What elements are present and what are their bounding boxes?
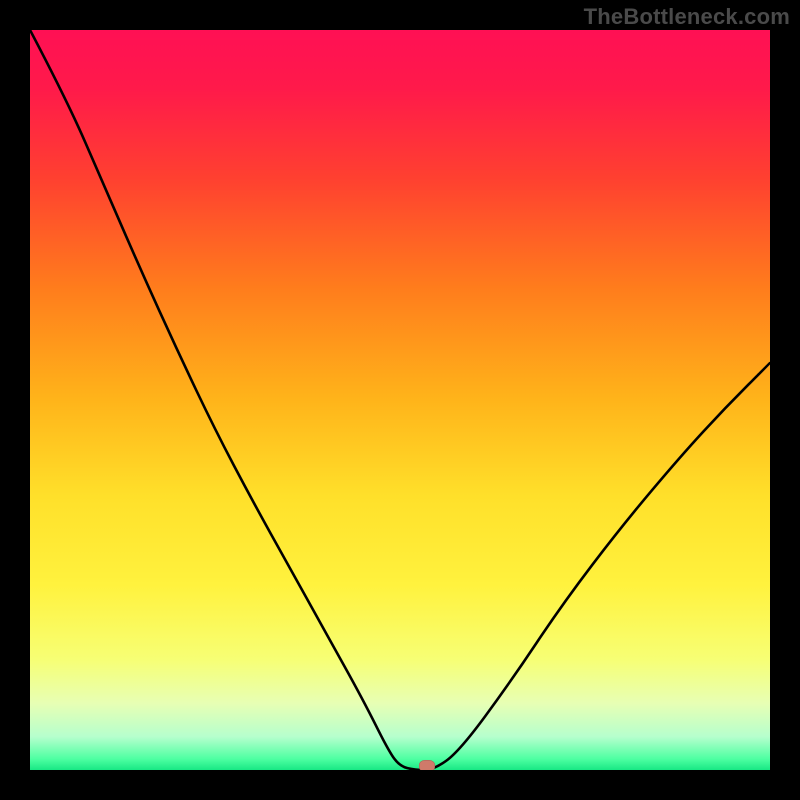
watermark-text: TheBottleneck.com <box>584 4 790 30</box>
plot-area <box>30 30 770 770</box>
bottleneck-curve <box>30 30 770 770</box>
chart-container: TheBottleneck.com <box>0 0 800 800</box>
optimum-marker <box>419 760 435 770</box>
